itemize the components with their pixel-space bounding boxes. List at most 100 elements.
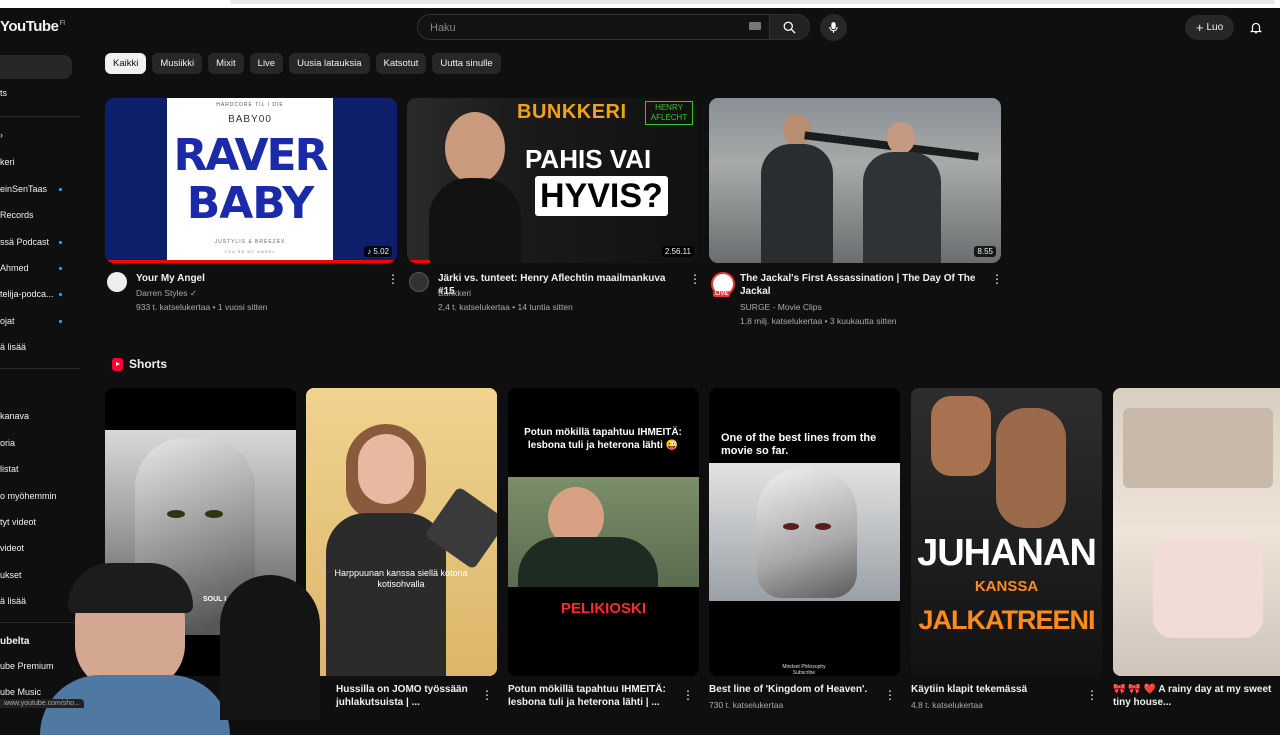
scene-figure-right <box>859 122 945 263</box>
sidebar-item-liked-videos[interactable]: tyt videot <box>0 517 36 527</box>
short-thumbnail <box>508 477 699 587</box>
channel-avatar[interactable] <box>409 272 429 292</box>
video-title[interactable]: Järki vs. tunteet: Henry Aflechtin maail… <box>438 272 678 298</box>
short-title[interactable]: Potun mökillä tapahtuu IHMEITÄ: lesbona … <box>508 683 678 709</box>
video-title[interactable]: The Jackal's First Assassination | The D… <box>740 272 980 298</box>
search-button[interactable] <box>770 14 810 40</box>
sidebar-sub-channel-7[interactable]: ojat <box>0 316 15 326</box>
region-code: FI <box>59 20 65 27</box>
sidebar-item-history[interactable]: oria <box>0 438 15 448</box>
video-card[interactable]: HARDCORE TIL I DIE BABY00 RAVER BABY JUS… <box>105 98 399 332</box>
thumb-line-2: HYVIS? <box>535 176 668 216</box>
video-meta: 933 t. katselukertaa • 1 vuosi sitten <box>136 302 268 312</box>
search-input[interactable] <box>428 18 742 38</box>
short-card[interactable] <box>1113 388 1280 676</box>
short-card[interactable]: Potun mökillä tapahtuu IHMEITÄ: lesbona … <box>508 388 699 676</box>
browser-tab-strip <box>230 0 1275 4</box>
video-info: LIVE The Jackal's First Assassination | … <box>709 272 1003 332</box>
webcam-overlay <box>0 555 330 735</box>
chip-new-to-you[interactable]: Uutta sinulle <box>432 53 501 74</box>
more-options-icon[interactable]: ⋮ <box>387 273 399 286</box>
video-meta: 1,8 milj. katselukertaa • 3 kuukautta si… <box>740 316 897 326</box>
short-title[interactable]: Best line of 'Kingdom of Heaven'. <box>709 683 879 696</box>
video-card[interactable]: BUNKKERI HENRY AFLECHT PAHIS VAI HYVIS? … <box>407 98 701 332</box>
sidebar-item-playlists[interactable]: listat <box>0 464 19 474</box>
chevron-right-icon[interactable]: › <box>0 130 3 140</box>
sidebar-sub-channel-3[interactable]: Records <box>0 210 34 220</box>
sidebar-item-shorts[interactable]: ts <box>0 88 7 98</box>
chip-live[interactable]: Live <box>249 53 284 74</box>
thumbnail-artwork: HARDCORE TIL I DIE BABY00 RAVER BABY JUS… <box>167 98 333 263</box>
short-overlay-text: One of the best lines from the movie so … <box>721 432 877 457</box>
thumb-big-text-1: RAVER <box>173 130 329 181</box>
voice-search-button[interactable] <box>820 14 847 41</box>
short-overlay-line-1: JUHANAN <box>917 532 1097 574</box>
notifications-button[interactable] <box>1247 18 1265 36</box>
new-content-dot <box>59 267 62 270</box>
watch-progress-bar <box>105 260 395 263</box>
channel-name[interactable]: Darren Styles ✓ <box>136 288 197 299</box>
chip-all[interactable]: Kaikki <box>105 53 147 74</box>
short-title[interactable]: 🎀 🎀 ❤️ A rainy day at my sweet tiny hous… <box>1113 683 1273 709</box>
short-card[interactable]: Harppuunan kanssa siellä kotona kotisohv… <box>306 388 497 676</box>
sidebar-item-your-channel[interactable]: kanava <box>0 411 29 421</box>
shorts-heading-text: Shorts <box>129 357 168 371</box>
video-thumbnail[interactable]: BUNKKERI HENRY AFLECHT PAHIS VAI HYVIS? … <box>407 98 699 263</box>
thumb-guest-name: HENRY AFLECHT <box>645 101 693 125</box>
sidebar-item-your-videos[interactable]: videot <box>0 543 24 553</box>
youtube-logo[interactable]: YouTubeFI <box>0 18 65 35</box>
chip-watched[interactable]: Katsotut <box>375 53 427 74</box>
sidebar-sub-channel-5[interactable]: Ahmed <box>0 263 29 273</box>
browser-top-strip <box>0 0 1280 8</box>
sidebar-sub-channel-6[interactable]: telija-podca... <box>0 289 54 299</box>
video-card[interactable]: 8.55 LIVE The Jackal's First Assassinati… <box>709 98 1003 332</box>
more-options-icon[interactable]: ⋮ <box>991 273 1003 286</box>
short-thumbnail <box>306 388 497 676</box>
live-badge: LIVE <box>713 291 731 297</box>
guest-last-name: AFLECHT <box>650 113 688 122</box>
chip-mixes[interactable]: Mixit <box>208 53 244 74</box>
video-info: Your My Angel Darren Styles ✓ 933 t. kat… <box>105 272 399 332</box>
more-options-icon[interactable]: ⋮ <box>682 689 694 701</box>
channel-avatar[interactable] <box>107 272 127 292</box>
video-thumbnail[interactable]: 8.55 <box>709 98 1001 263</box>
channel-name[interactable]: Bunkkeri <box>438 288 471 298</box>
more-options-icon[interactable]: ⋮ <box>481 689 493 701</box>
more-options-icon[interactable]: ⋮ <box>884 689 896 701</box>
sidebar-item-watch-later[interactable]: o myöhemmin <box>0 491 57 501</box>
thumb-top-text: HARDCORE TIL I DIE <box>216 102 284 108</box>
short-card[interactable]: JUHANAN KANSSA JALKATREENI <box>911 388 1102 676</box>
short-overlay-line-2: KANSSA <box>974 578 1039 595</box>
keyboard-icon[interactable] <box>749 22 761 30</box>
new-content-dot <box>59 188 62 191</box>
thumb-sub-text: YOU'RE MY ANGEL <box>224 249 276 254</box>
short-card[interactable]: One of the best lines from the movie so … <box>709 388 900 676</box>
more-options-icon[interactable]: ⋮ <box>1086 689 1098 701</box>
short-title[interactable]: Käytiin klapit tekemässä <box>911 683 1081 696</box>
duration-badge: ♪ 5.02 <box>364 246 392 257</box>
thumb-line-1: PAHIS VAI <box>525 144 652 174</box>
video-thumbnail[interactable]: HARDCORE TIL I DIE BABY00 RAVER BABY JUS… <box>105 98 397 263</box>
sidebar-sub-channel-4[interactable]: ssä Podcast <box>0 237 49 247</box>
channel-name[interactable]: SURGE - Movie Clips <box>740 302 822 312</box>
sidebar-sub-bunkkeri[interactable]: keri <box>0 157 15 167</box>
video-title[interactable]: Your My Angel <box>136 272 376 285</box>
sidebar-item-home[interactable] <box>0 55 72 79</box>
channel-name-text: Darren Styles <box>136 288 188 298</box>
duration-text: 5.02 <box>373 247 389 256</box>
create-button[interactable]: + Luo <box>1185 15 1234 40</box>
verified-icon: ✓ <box>189 288 197 298</box>
new-content-dot <box>59 320 62 323</box>
short-thumbnail <box>709 463 900 601</box>
short-views: 4,8 t. katselukertaa <box>911 700 983 710</box>
shorts-heading: Shorts <box>112 357 167 371</box>
short-footer-text: Mindset Philosophy Subscribe <box>782 664 826 676</box>
bell-icon <box>1249 22 1263 33</box>
chip-new-uploads[interactable]: Uusia latauksia <box>289 53 370 74</box>
sidebar-show-more[interactable]: ä lisää <box>0 342 26 352</box>
chip-music[interactable]: Musiikki <box>152 53 203 74</box>
new-content-dot <box>59 241 62 244</box>
more-options-icon[interactable]: ⋮ <box>689 273 701 286</box>
search-icon <box>783 21 796 34</box>
sidebar-sub-channel-2[interactable]: einSenTaas <box>0 184 47 194</box>
